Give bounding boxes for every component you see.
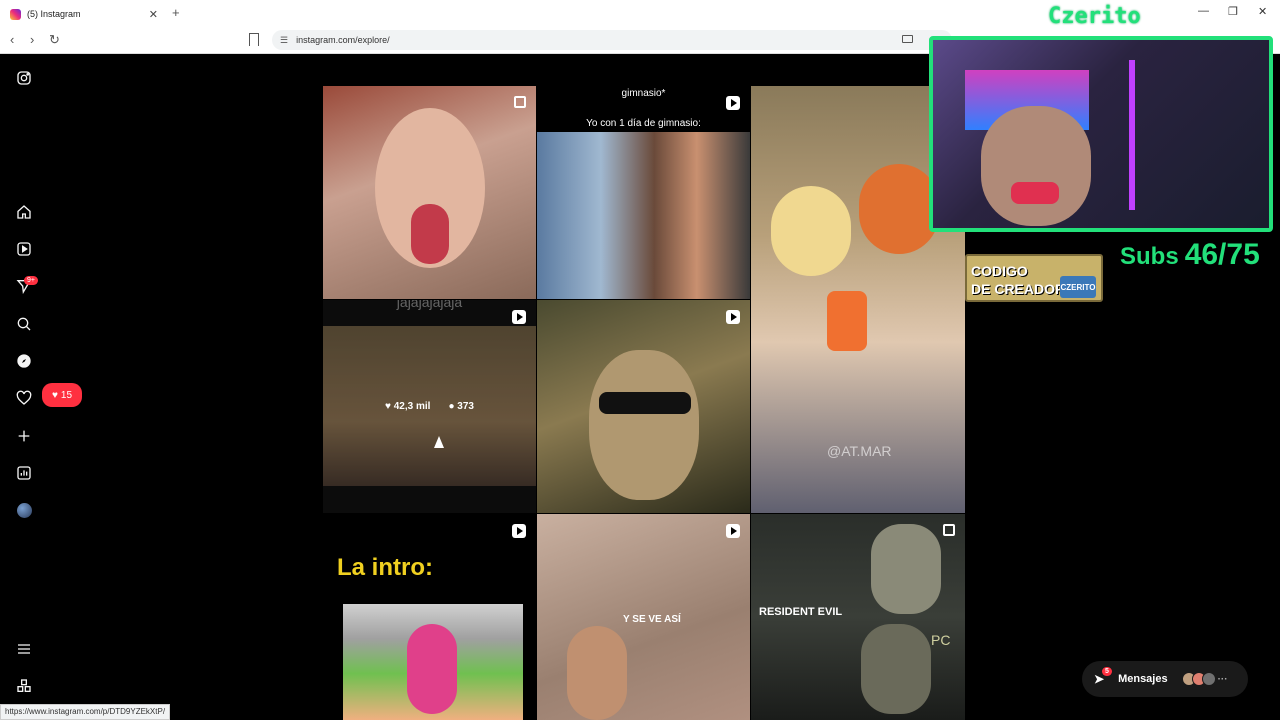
post-caption: Y SE VE ASÍ xyxy=(623,614,681,625)
forward-button[interactable]: › xyxy=(30,32,34,47)
search-icon[interactable] xyxy=(14,314,34,334)
bookmark-icon[interactable] xyxy=(249,33,259,46)
comments-stat: ● 373 xyxy=(448,401,474,412)
reels-icon[interactable] xyxy=(14,239,34,259)
post-thumbnail-figure xyxy=(861,624,931,714)
post-thumbnail-tongue xyxy=(411,204,449,264)
webcam-microphone xyxy=(1011,182,1059,204)
reel-icon xyxy=(726,524,740,538)
back-button[interactable]: ‹ xyxy=(10,32,14,47)
explore-post[interactable]: jajajajajaja ♥ 42,3 mil ● 373 xyxy=(323,300,536,513)
url-field[interactable]: ☰ instagram.com/explore/ xyxy=(272,30,952,50)
more-menu-icon[interactable] xyxy=(14,639,34,659)
post-caption: RESIDENT EVIL xyxy=(759,606,843,618)
reel-icon xyxy=(726,96,740,110)
post-thumbnail xyxy=(537,132,750,299)
new-tab-button[interactable]: + xyxy=(172,5,180,20)
explore-post[interactable]: Y SE VE ASÍ xyxy=(537,514,750,720)
post-corner-label: PC xyxy=(931,632,951,648)
carousel-icon xyxy=(943,524,955,536)
avatar xyxy=(1201,672,1216,686)
heart-icon: ♥ xyxy=(385,401,391,412)
link-status-bar: https://www.instagram.com/p/DTD9YZEkXtP/ xyxy=(0,704,171,720)
message-avatars: ··· xyxy=(1181,672,1228,686)
messages-count-badge: 5 xyxy=(1102,667,1112,676)
webcam-light-bar xyxy=(1129,60,1135,210)
reload-button[interactable]: ↻ xyxy=(49,32,60,48)
explore-grid: gimnasio* Yo con 1 día de gimnasio: @AT.… xyxy=(323,86,965,720)
activity-notification-pill[interactable]: ♥ 15 xyxy=(42,383,82,407)
hover-stats-overlay: ♥ 42,3 mil ● 373 xyxy=(323,300,536,513)
site-settings-icon[interactable]: ☰ xyxy=(280,35,288,46)
messages-badge: 9+ xyxy=(24,276,38,285)
minimize-button[interactable]: — xyxy=(1198,5,1209,17)
subs-value: 46/75 xyxy=(1184,238,1260,271)
comment-bubble-icon: ● xyxy=(448,401,455,412)
activity-count: 15 xyxy=(60,389,73,401)
likes-stat: ♥ 42,3 mil xyxy=(385,401,430,412)
streamer-name: Czerito xyxy=(1048,4,1141,29)
browser-tab-instagram[interactable]: (5) Instagram ✕ xyxy=(4,2,164,26)
explore-post[interactable]: gimnasio* Yo con 1 día de gimnasio: xyxy=(537,86,750,299)
profile-avatar[interactable] xyxy=(14,500,34,520)
mouse-cursor-icon xyxy=(434,436,444,448)
create-plus-icon[interactable] xyxy=(14,426,34,446)
explore-compass-icon[interactable] xyxy=(14,351,34,371)
post-thumbnail-face xyxy=(589,350,699,500)
creator-code-tag: CZERITO xyxy=(1060,276,1096,298)
post-thumbnail-hair-orange xyxy=(859,164,939,254)
post-thumbnail-hair-blonde xyxy=(771,186,851,276)
subs-counter: Subs 46/75 xyxy=(1120,238,1260,272)
dashboard-chart-icon[interactable] xyxy=(14,463,34,483)
subs-label: Subs xyxy=(1120,243,1179,270)
carousel-icon xyxy=(514,96,526,108)
post-thumbnail-phone xyxy=(827,291,867,351)
tab-close-icon[interactable]: ✕ xyxy=(149,8,158,21)
restore-button[interactable]: ❐ xyxy=(1228,5,1238,18)
webcam-overlay xyxy=(929,36,1273,232)
also-from-meta-icon[interactable] xyxy=(14,676,34,696)
post-thumbnail-mouth xyxy=(407,624,457,714)
post-caption: Yo con 1 día de gimnasio: xyxy=(586,118,701,129)
post-thumbnail-person xyxy=(567,626,627,720)
post-caption: La intro: xyxy=(337,554,433,581)
comments-count: 373 xyxy=(457,401,474,412)
post-caption-top: gimnasio* xyxy=(621,88,666,99)
url-text: instagram.com/explore/ xyxy=(296,35,390,45)
instagram-favicon-icon xyxy=(10,8,21,20)
cast-icon[interactable] xyxy=(902,35,913,43)
more-icon: ··· xyxy=(1217,673,1228,685)
post-thumbnail-sunglasses xyxy=(599,392,691,414)
close-window-button[interactable]: ✕ xyxy=(1258,5,1267,18)
explore-post[interactable]: La intro: xyxy=(323,514,536,720)
messages-label: Mensajes xyxy=(1118,673,1168,685)
messages-button[interactable]: ➤ 5 Mensajes ··· xyxy=(1082,661,1248,697)
reel-icon xyxy=(512,310,526,324)
reel-icon xyxy=(512,524,526,538)
likes-count: 42,3 mil xyxy=(393,401,431,412)
heart-icon: ♥ xyxy=(51,389,58,401)
notifications-heart-icon[interactable] xyxy=(14,388,34,408)
reel-icon xyxy=(726,310,740,324)
explore-post[interactable] xyxy=(323,86,536,299)
home-icon[interactable] xyxy=(14,202,34,222)
instagram-sidebar: 9+ xyxy=(0,54,48,720)
instagram-logo-icon[interactable] xyxy=(14,68,34,88)
webcam-person xyxy=(981,106,1091,226)
tab-title: (5) Instagram xyxy=(27,9,81,19)
explore-post[interactable]: RESIDENT EVIL PC xyxy=(751,514,965,720)
watermark: @AT.MAR xyxy=(827,443,892,459)
post-thumbnail-figure xyxy=(871,524,941,614)
explore-post[interactable] xyxy=(537,300,750,513)
